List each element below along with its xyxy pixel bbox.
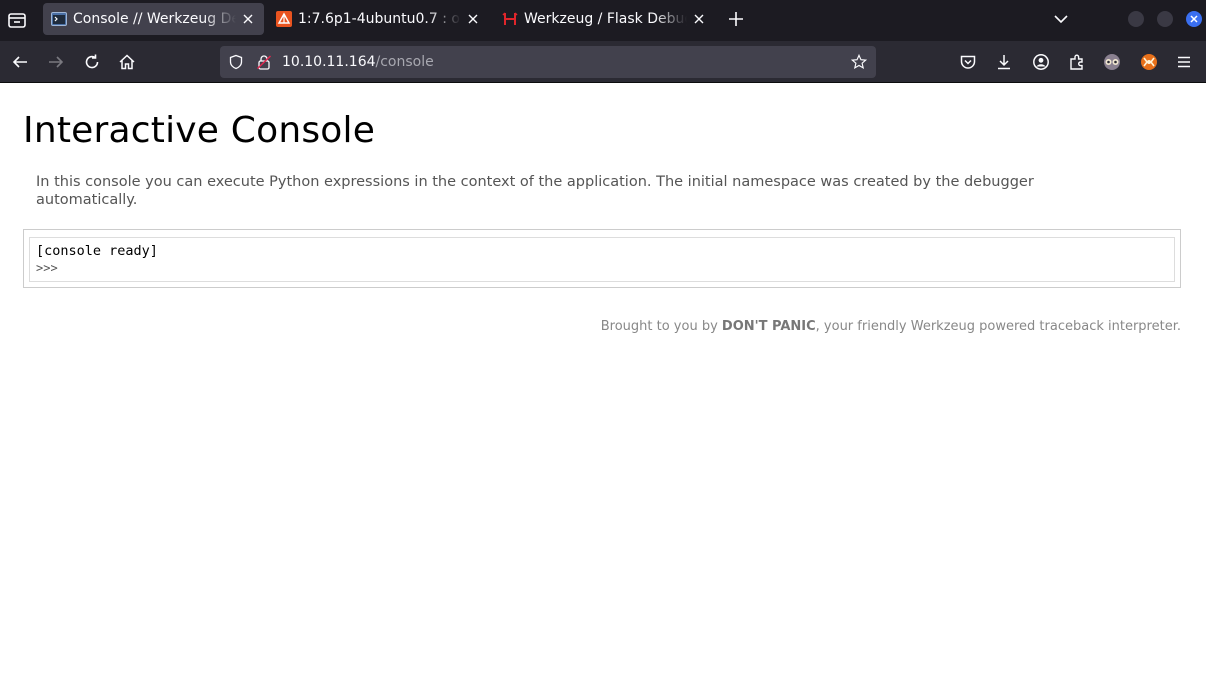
url-text[interactable]: 10.10.11.164/console <box>282 53 434 71</box>
url-path: /console <box>375 54 434 70</box>
downloads-icon[interactable] <box>994 52 1014 72</box>
tab-console[interactable]: Console // Werkzeug Debugger <box>43 3 264 35</box>
minimize-window-button[interactable] <box>1128 11 1144 27</box>
back-arrow-icon[interactable] <box>10 52 30 72</box>
footer: Brought to you by DON'T PANIC, your frie… <box>601 319 1181 334</box>
url-host: 10.10.11.164 <box>282 54 376 70</box>
tab-flask-debug[interactable]: Werkzeug / Flask Debug <box>494 3 715 35</box>
reload-icon[interactable] <box>82 52 102 72</box>
extension-foxyproxy-icon[interactable] <box>1139 52 1159 72</box>
tab-title: Console // Werkzeug Debugger <box>73 11 236 27</box>
footer-suffix: , your friendly Werkzeug powered traceba… <box>815 319 1181 334</box>
close-window-button[interactable] <box>1186 11 1202 27</box>
footer-prefix: Brought to you by <box>600 319 722 334</box>
new-tab-icon[interactable] <box>726 9 746 29</box>
shield-icon[interactable] <box>228 54 244 70</box>
page-title: Interactive Console <box>23 110 376 151</box>
tab-title: Werkzeug / Flask Debug <box>524 11 687 27</box>
pocket-icon[interactable] <box>958 52 978 72</box>
console-prompt[interactable]: >>> <box>36 260 1168 276</box>
extensions-icon[interactable] <box>1067 52 1087 72</box>
insecure-lock-icon[interactable] <box>256 54 272 70</box>
launchpad-favicon-icon <box>276 11 292 27</box>
extension-glasses-icon[interactable] <box>1102 52 1122 72</box>
page-content: Interactive Console In this console you … <box>0 84 1206 693</box>
console-ready-line: [console ready] <box>36 243 158 259</box>
firefox-view-icon[interactable] <box>6 9 28 31</box>
account-icon[interactable] <box>1031 52 1051 72</box>
tab-openssh[interactable]: 1:7.6p1-4ubuntu0.7 : openssh <box>268 3 489 35</box>
home-icon[interactable] <box>117 52 137 72</box>
close-tab-icon[interactable] <box>691 11 707 27</box>
navigation-toolbar: 10.10.11.164/console <box>0 41 1206 83</box>
console-container: [console ready] >>> <box>23 229 1181 288</box>
tab-bar: Console // Werkzeug Debugger 1:7.6p1-4ub… <box>0 0 1206 41</box>
close-tab-icon[interactable] <box>240 11 256 27</box>
hacktricks-favicon-icon <box>502 11 518 27</box>
maximize-window-button[interactable] <box>1157 11 1173 27</box>
forward-arrow-icon[interactable] <box>46 52 66 72</box>
chevron-down-icon[interactable] <box>1052 10 1070 28</box>
console-output[interactable]: [console ready] >>> <box>29 237 1175 282</box>
console-explanation: In this console you can execute Python e… <box>36 174 1034 208</box>
close-tab-icon[interactable] <box>465 11 481 27</box>
url-bar[interactable]: 10.10.11.164/console <box>220 46 876 78</box>
tab-title: 1:7.6p1-4ubuntu0.7 : openssh <box>298 11 461 27</box>
hamburger-menu-icon[interactable] <box>1174 52 1194 72</box>
bookmark-star-icon[interactable] <box>851 53 867 70</box>
footer-brand: DON'T PANIC <box>721 319 816 334</box>
terminal-favicon-icon <box>51 11 67 27</box>
